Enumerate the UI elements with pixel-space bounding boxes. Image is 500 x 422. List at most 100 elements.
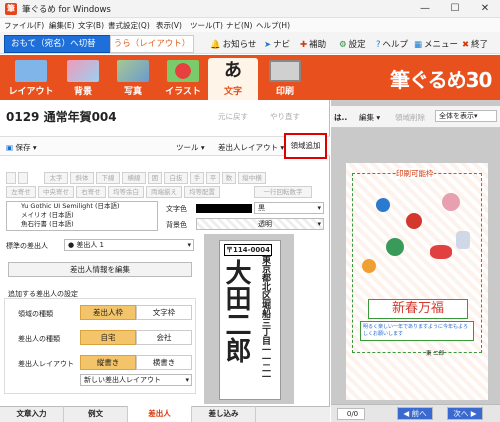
sender-layout-dropdown[interactable]: 差出人レイアウト ▾ (218, 142, 284, 153)
area-type-sender-frame[interactable]: 差出人枠 (80, 305, 136, 320)
gear-icon: ⚙ (339, 40, 347, 50)
greeting-text[interactable]: 新春万福 (368, 299, 468, 319)
tools-dropdown[interactable]: ツール ▾ (176, 142, 205, 153)
tab-print[interactable]: 印刷 (260, 58, 310, 100)
menu-tools[interactable]: ツール(T) (190, 20, 223, 31)
save-icon: ▣ (6, 143, 14, 152)
menu-edit[interactable]: 編集(E) (49, 20, 75, 31)
menu-file[interactable]: ファイル(F) (4, 20, 44, 31)
printer-icon (269, 60, 301, 82)
sender-type-company[interactable]: 会社 (136, 330, 192, 345)
number-button[interactable]: 数 (222, 172, 236, 184)
italic-button[interactable]: 斜体 (70, 172, 94, 184)
font-item[interactable]: メイリオ (日本語) (7, 211, 157, 220)
help-icon: ? (376, 40, 381, 50)
plus-icon: ✚ (300, 40, 308, 50)
menu-view[interactable]: 表示(V) (156, 20, 182, 31)
sender-type-home[interactable]: 自宅 (80, 330, 136, 345)
standard-sender-select[interactable]: ● 差出人 1 ▾ (64, 239, 194, 251)
distribute-button[interactable]: 均等配置 (184, 186, 220, 198)
align-center-button[interactable]: 中央寄せ (38, 186, 74, 198)
arrow-icon: ➤ (264, 40, 272, 50)
tab-background[interactable]: 背景 (58, 58, 108, 100)
layout-label: 差出人レイアウト (18, 360, 74, 368)
hand-button[interactable]: 手 (190, 172, 204, 184)
even-margin-button[interactable]: 均等余白 (108, 186, 144, 198)
photo-icon (117, 60, 149, 82)
menu-help[interactable]: ヘルプ(H) (256, 20, 290, 31)
canvas-label: は.. (334, 113, 348, 122)
redo-button[interactable]: やり直す (270, 111, 300, 122)
font-list[interactable]: Yu Gothic UI Semilight (日本語) メイリオ (日本語) … (6, 201, 158, 231)
minimize-button[interactable]: — (410, 0, 440, 18)
strike-button[interactable]: 横線 (122, 172, 146, 184)
bold-button[interactable]: 太字 (44, 172, 68, 184)
news-button[interactable]: 🔔 お知らせ (210, 38, 256, 50)
text-color-select[interactable]: 黒 ▾ (254, 202, 324, 214)
card-sender-text: 東 二郎 (426, 351, 445, 357)
underline-button[interactable]: 下線 (96, 172, 120, 184)
fish-icon (430, 245, 452, 259)
edit-sender-button[interactable]: 差出人情報を編集 (8, 262, 192, 277)
font-item[interactable]: 魚石行書 (日本語) (7, 220, 157, 229)
prev-button[interactable]: ◀ 前へ (397, 407, 433, 420)
flower-icon (442, 193, 460, 211)
tab-sample-text[interactable]: 例文 (64, 406, 128, 422)
zoom-select[interactable]: 全体を表示▾ (435, 110, 497, 122)
tab-merge[interactable]: 差し込み (192, 406, 256, 422)
outline-button[interactable]: 白抜 (164, 172, 188, 184)
help-button[interactable]: ? ヘルプ (376, 38, 408, 50)
print-area-label: 印刷可能枠 (396, 168, 434, 179)
format-extra[interactable] (6, 172, 16, 184)
menu-icon: ▦ (414, 40, 423, 50)
assist-button[interactable]: ✚ 補助 (300, 38, 326, 50)
canvas-toolbar: は.. 編集 ▾ 領域削除 全体を表示▾ (331, 106, 500, 128)
delete-area-button[interactable]: 領域削除 (395, 112, 425, 123)
tab-photo[interactable]: 写真 (108, 58, 158, 100)
close-window-button[interactable]: ✕ (470, 0, 500, 18)
canvas-edit-dropdown[interactable]: 編集 ▾ (359, 112, 380, 123)
ura-layout-button[interactable]: うら（レイアウト） (110, 35, 194, 53)
new-layout-select[interactable]: 新しい差出人レイアウト ▾ (80, 374, 192, 386)
tab-text[interactable]: あ文字 (208, 58, 258, 100)
menu-format[interactable]: 書式設定(Q) (108, 20, 150, 31)
sender-card-preview: 〒114-0004 東京都北区堀船三丁目一一二一 大田二郎 (219, 240, 281, 400)
flat-button[interactable]: 平 (206, 172, 220, 184)
format-extra-2[interactable] (18, 172, 28, 184)
navi-button[interactable]: ➤ ナビ (264, 38, 290, 50)
rotate-digits-button[interactable]: 一行回転数字 (254, 186, 312, 198)
layout-icon (15, 60, 47, 82)
save-button[interactable]: ▣ 保存 ▾ (6, 142, 37, 153)
align-right-button[interactable]: 右寄せ (76, 186, 106, 198)
maximize-button[interactable]: ☐ (440, 0, 470, 18)
menu-text[interactable]: 文字(B) (78, 20, 104, 31)
tab-text-input[interactable]: 文章入力 (0, 406, 64, 422)
message-text[interactable]: 明るく楽しい一年でありますように今年もよろしくお願いします (360, 321, 474, 341)
exit-button[interactable]: ✖ 終了 (462, 38, 488, 50)
next-button[interactable]: 次へ ▶ (447, 407, 483, 420)
bg-color-select[interactable]: 透明 ▾ (196, 218, 324, 230)
text-color-swatch[interactable] (196, 204, 252, 213)
tab-layout[interactable]: レイアウト (6, 58, 56, 100)
add-area-button[interactable]: 領域追加 (284, 133, 327, 159)
align-left-button[interactable]: 左寄せ (6, 186, 36, 198)
undo-button[interactable]: 元に戻す (218, 111, 248, 122)
tab-illustration[interactable]: イラスト (158, 58, 208, 100)
page-counter: 0/0 (337, 408, 365, 420)
justify-button[interactable]: 両端揃え (146, 186, 182, 198)
background-icon (67, 60, 99, 82)
sender-address: 東京都北区堀船三丁目一一二一 (260, 255, 270, 381)
layout-horizontal[interactable]: 横書き (136, 355, 192, 370)
close-icon: ✖ (462, 40, 470, 50)
font-item[interactable]: Yu Gothic UI Semilight (日本語) (7, 202, 157, 211)
sender-type-label: 差出人の種類 (18, 335, 60, 343)
tate-chu-yoko-button[interactable]: 縦中横 (238, 172, 266, 184)
settings-button[interactable]: ⚙ 設定 (339, 38, 366, 50)
layout-vertical[interactable]: 縦書き (80, 355, 136, 370)
frame-button[interactable]: 囲 (148, 172, 162, 184)
menu-navi[interactable]: ナビ(N) (226, 20, 252, 31)
area-type-text-frame[interactable]: 文字枠 (136, 305, 192, 320)
menu-button[interactable]: ▦ メニュー (414, 38, 458, 50)
tab-sender[interactable]: 差出人 (128, 406, 192, 422)
menu-bar: ファイル(F) 編集(E) 文字(B) 書式設定(Q) 表示(V) ツール(T)… (0, 18, 500, 32)
